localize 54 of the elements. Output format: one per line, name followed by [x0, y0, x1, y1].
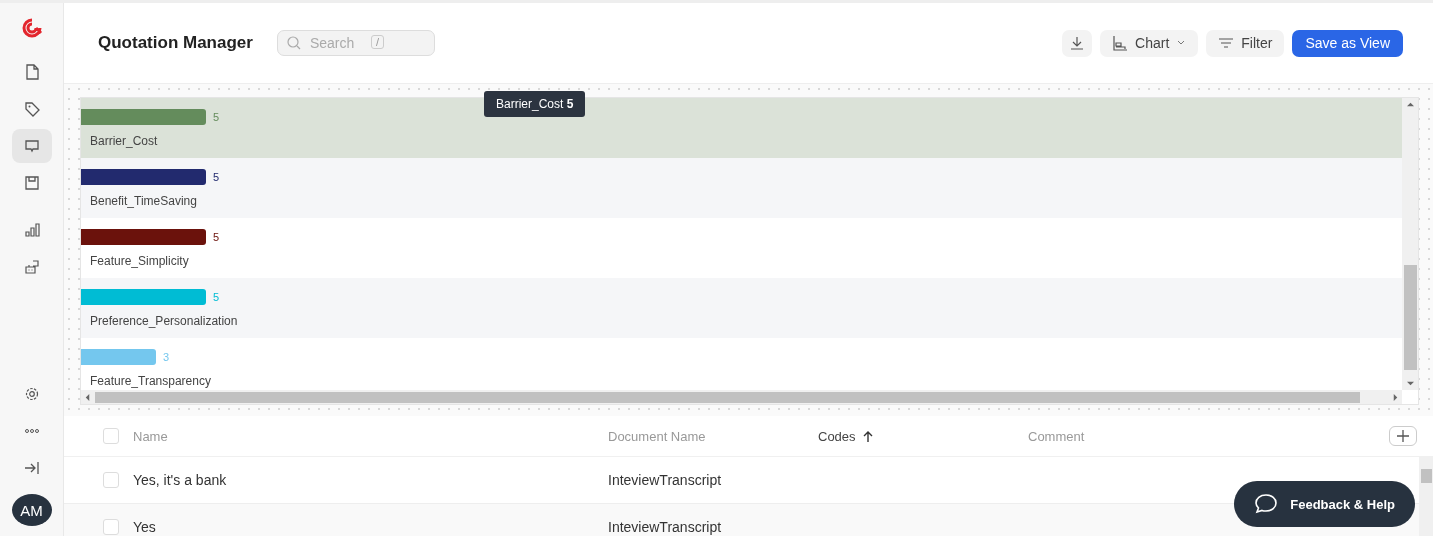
robot-icon — [23, 259, 40, 275]
row-checkbox[interactable] — [103, 472, 119, 488]
bar-value: 5 — [213, 170, 220, 183]
scroll-up-icon[interactable] — [1406, 101, 1414, 108]
column-header[interactable]: Codes — [818, 428, 1028, 444]
chart-row[interactable]: 5 Benefit_TimeSaving — [81, 158, 1402, 218]
bar-value: 3 — [163, 350, 170, 363]
avatar[interactable]: AM — [11, 494, 52, 526]
bar-value: 5 — [213, 110, 220, 123]
shortcut-key: / — [370, 35, 384, 49]
table-cell-text: Yes, it's a bank — [133, 472, 228, 488]
chat-bubble-icon — [1254, 493, 1279, 515]
bar-chart-icon — [23, 222, 40, 238]
scroll-down-icon[interactable] — [1406, 380, 1414, 387]
vertical-scrollbar[interactable] — [1402, 98, 1418, 390]
bar-label: Feature_Simplicity — [89, 253, 190, 268]
logo-icon — [20, 17, 43, 39]
bar-label: Benefit_TimeSaving — [89, 193, 198, 208]
table-cell-text: InteviewTranscript — [608, 519, 723, 535]
table-cell-text: InteviewTranscript — [608, 472, 723, 488]
bar-value: 5 — [213, 230, 220, 243]
row-checkbox[interactable] — [103, 519, 119, 535]
bar-label: Feature_Transparency — [89, 373, 212, 388]
scroll-left-icon[interactable] — [84, 393, 91, 401]
chart-button[interactable]: Chart — [1100, 29, 1199, 57]
filter-icon — [1218, 35, 1235, 51]
search-icon — [285, 35, 302, 51]
chart-row[interactable]: 5 Preference_Personalization — [81, 278, 1402, 338]
vertical-scrollbar[interactable] — [1419, 457, 1433, 536]
sidebar-button[interactable] — [11, 129, 52, 163]
feedback-button[interactable]: Feedback & Help — [1234, 481, 1415, 527]
table-cell-text: Yes — [133, 519, 157, 535]
bar-value: 5 — [213, 290, 220, 303]
bar-chart-icon — [1112, 35, 1129, 51]
plus-icon — [1396, 429, 1410, 443]
document-icon — [23, 64, 40, 80]
download-button[interactable] — [1062, 29, 1093, 57]
tooltip: Barrier_Cost 5 — [484, 91, 586, 117]
comment-icon — [23, 138, 40, 154]
sort-up-icon — [862, 430, 873, 442]
bar-label: Preference_Personalization — [89, 313, 239, 328]
tag-icon — [23, 101, 40, 117]
bar-label: Barrier_Cost — [89, 133, 159, 148]
filter-button[interactable]: Filter — [1206, 29, 1285, 57]
scroll-right-icon[interactable] — [1392, 393, 1399, 401]
horizontal-scrollbar[interactable] — [81, 390, 1402, 404]
download-icon — [1069, 35, 1086, 51]
save-icon — [23, 175, 40, 191]
save-view-button[interactable]: Save as View — [1292, 29, 1403, 57]
select-all-checkbox[interactable] — [103, 428, 119, 444]
page-title: Quotation Manager — [98, 33, 253, 53]
expand-icon — [23, 460, 40, 476]
add-column-button[interactable] — [1389, 426, 1417, 446]
settings-icon — [23, 386, 40, 402]
